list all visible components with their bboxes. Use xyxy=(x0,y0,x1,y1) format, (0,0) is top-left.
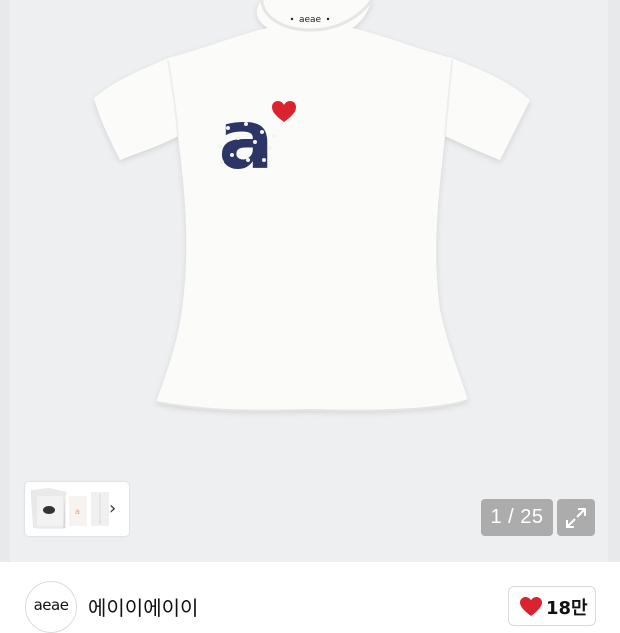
like-button[interactable]: 18만 xyxy=(508,586,596,626)
thumbnail-item[interactable] xyxy=(31,488,67,529)
heart-icon xyxy=(520,597,542,616)
brand-logo[interactable]: aeae xyxy=(25,581,77,633)
expand-button[interactable] xyxy=(557,499,595,536)
like-count: 18만 xyxy=(546,598,588,619)
thumbnail-item[interactable]: a xyxy=(69,496,87,526)
shirt-print-letter: a xyxy=(218,93,273,188)
brand-logo-text: aeae xyxy=(33,596,69,614)
expand-icon xyxy=(566,508,586,528)
thumbnail-item[interactable] xyxy=(91,492,109,526)
brand-name[interactable]: 에이이에이이 xyxy=(88,592,198,621)
image-counter: 1 / 25 xyxy=(481,499,553,536)
chevron-right-icon[interactable]: › xyxy=(109,500,116,518)
product-image-tshirt: aeae a xyxy=(94,0,530,412)
product-image-gallery[interactable]: aeae a a › 1 / 25 xyxy=(0,0,620,562)
svg-text:a: a xyxy=(75,507,80,516)
shirt-tag-text: aeae xyxy=(299,15,322,25)
